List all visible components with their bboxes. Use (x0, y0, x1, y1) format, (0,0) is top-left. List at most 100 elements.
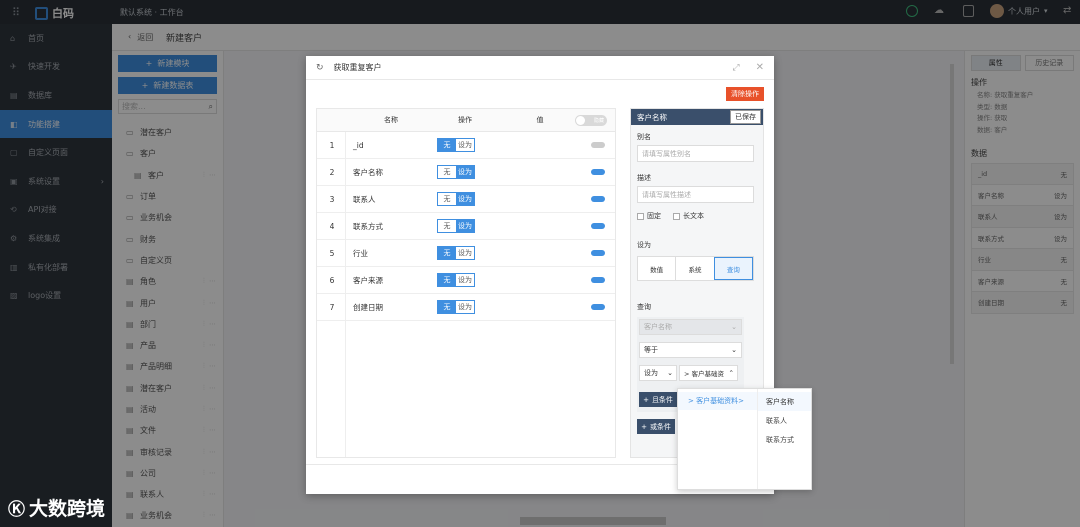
cloud-icon[interactable]: ☁ (934, 5, 944, 16)
op-none[interactable]: 无 (438, 274, 456, 286)
bottom-scroll[interactable] (520, 517, 666, 525)
data-row[interactable]: 联系方式 设为 (971, 227, 1074, 249)
sidebar-item[interactable]: ▣ 系统设置 › (0, 167, 112, 196)
op-none[interactable]: 无 (438, 301, 456, 313)
scrollbar[interactable] (950, 64, 954, 364)
query-op-select[interactable]: 等于 ⌄ (639, 342, 742, 358)
query-target-select[interactable]: > 客户基础资 ⌃ (679, 365, 738, 381)
row-actions-icon[interactable]: ⫶ ⋯ (203, 171, 217, 180)
table-row[interactable]: 2 客户名称 无设为 (317, 159, 615, 186)
row-actions-icon[interactable]: ⫶ ⋯ (203, 384, 217, 393)
op-set[interactable]: 设为 (456, 220, 474, 232)
tree-item[interactable]: ▤ 审核记录 ⫶ ⋯ (112, 441, 223, 462)
table-row[interactable]: 6 客户来源 无设为 (317, 267, 615, 294)
tree-item[interactable]: ▭ 自定义页 (112, 250, 223, 271)
tab-attributes[interactable]: 属性 (971, 55, 1021, 71)
row-actions-icon[interactable]: ⫶ ⋯ (203, 490, 217, 499)
setas-value[interactable]: 数值 (638, 264, 675, 274)
desc-input[interactable]: 请填写属性描述 (637, 186, 754, 203)
op-segment[interactable]: 无设为 (437, 138, 475, 152)
row-actions-icon[interactable]: ⫶ ⋯ (203, 469, 217, 478)
tree-item[interactable]: ▤ 联系人 ⫶ ⋯ (112, 484, 223, 505)
sidebar-item[interactable]: ◧ 功能搭建 (0, 109, 112, 139)
op-set[interactable]: 设为 (456, 274, 474, 286)
row-toggle[interactable] (591, 250, 605, 256)
tree-item[interactable]: ▤ 用户 ⫶ ⋯ (112, 292, 223, 313)
table-row[interactable]: 3 联系人 无设为 (317, 186, 615, 213)
op-set[interactable]: 设为 (456, 301, 474, 313)
setas-query[interactable]: 查询 (713, 257, 753, 280)
play-icon[interactable] (906, 5, 918, 17)
new-table-button[interactable]: + 新建数据表 (118, 77, 217, 94)
sidebar-item[interactable]: ▥ 私有化部署 (0, 253, 112, 282)
row-actions-icon[interactable]: ⫶ ⋯ (203, 426, 217, 435)
op-none[interactable]: 无 (438, 220, 456, 232)
sidebar-item[interactable]: ✈ 快速开发 (0, 53, 112, 82)
op-segment[interactable]: 无设为 (437, 246, 475, 260)
tree-item[interactable]: ▭ 财务 (112, 228, 223, 249)
row-toggle[interactable] (591, 277, 605, 283)
and-condition-button[interactable]: + 且条件 (639, 392, 677, 407)
op-set[interactable]: 设为 (456, 139, 474, 151)
op-segment[interactable]: 无设为 (437, 165, 475, 179)
swap-icon[interactable]: ⇄ (1063, 5, 1071, 16)
tree-search[interactable]: 搜索... ⌕ (118, 99, 217, 114)
alias-input[interactable]: 请填写属性别名 (637, 145, 754, 162)
table-row[interactable]: 7 创建日期 无设为 (317, 294, 615, 321)
table-row[interactable]: 5 行业 无设为 (317, 240, 615, 267)
table-row[interactable]: 4 联系方式 无设为 (317, 213, 615, 240)
row-actions-icon[interactable]: ⫶ ⋯ (203, 277, 217, 286)
op-none[interactable]: 无 (438, 139, 456, 151)
row-actions-icon[interactable]: ⫶ ⋯ (203, 448, 217, 457)
row-toggle[interactable] (591, 196, 605, 202)
op-segment[interactable]: 无设为 (437, 273, 475, 287)
sidebar-item[interactable]: ▨ logo设置 (0, 281, 112, 310)
op-segment[interactable]: 无设为 (437, 300, 475, 314)
tree-item[interactable]: ▭ 潜在客户 (112, 122, 223, 143)
op-set[interactable]: 设为 (456, 166, 474, 178)
setas-system[interactable]: 系统 (675, 257, 713, 280)
row-actions-icon[interactable]: ⫶ ⋯ (203, 511, 217, 520)
cascade-option[interactable]: 联系人 (758, 411, 811, 430)
tree-item[interactable]: ▭ 订单 (112, 186, 223, 207)
sidebar-item[interactable]: ⚙ 系统集成 (0, 224, 112, 253)
saved-badge[interactable]: 已保存 (730, 110, 761, 124)
clear-operation-button[interactable]: 清除操作 (726, 87, 764, 101)
grid-menu-icon[interactable]: ⠿ (10, 6, 22, 19)
sidebar-item[interactable]: ▤ 数据库 (0, 81, 112, 110)
cascade-option[interactable]: 客户名称 (758, 392, 811, 411)
tree-item[interactable]: ▤ 产品明细 ⫶ ⋯ (112, 356, 223, 377)
tree-item[interactable]: ▭ 客户 (112, 143, 223, 164)
cascade-option[interactable]: 联系方式 (758, 430, 811, 449)
back-link[interactable]: ‹ 返回 (128, 32, 153, 43)
tree-item[interactable]: ▤ 公司 ⫶ ⋯ (112, 463, 223, 484)
query-field-select[interactable]: 客户名称 ⌄ (639, 319, 742, 335)
sidebar-item[interactable]: ▢ 自定义页面 (0, 138, 112, 167)
data-row[interactable]: 客户来源 无 (971, 270, 1074, 292)
tree-item[interactable]: ▭ 业务机会 (112, 207, 223, 228)
row-toggle[interactable] (591, 142, 605, 148)
cascade-item-basic[interactable]: > 客户基础资料> (678, 392, 757, 410)
op-none[interactable]: 无 (438, 166, 456, 178)
or-condition-button[interactable]: + 或条件 (637, 419, 675, 434)
table-row[interactable]: 1 _id 无设为 (317, 132, 615, 159)
op-none[interactable]: 无 (438, 247, 456, 259)
data-row[interactable]: _id 无 (971, 163, 1074, 185)
tree-item[interactable]: ▤ 客户 ⫶ ⋯ (112, 165, 223, 186)
tree-item[interactable]: ▤ 潜在客户 ⫶ ⋯ (112, 378, 223, 399)
op-segment[interactable]: 无设为 (437, 192, 475, 206)
row-actions-icon[interactable]: ⫶ ⋯ (203, 299, 217, 308)
sidebar-item[interactable]: ⟲ API对接 (0, 196, 112, 225)
row-actions-icon[interactable]: ⫶ ⋯ (203, 341, 217, 350)
notice-icon[interactable] (963, 5, 974, 17)
tree-item[interactable]: ▤ 业务机会 ⫶ ⋯ (112, 505, 223, 526)
data-row[interactable]: 联系人 设为 (971, 206, 1074, 228)
row-toggle[interactable] (591, 223, 605, 229)
longtext-checkbox[interactable]: 长文本 (673, 211, 704, 221)
data-row[interactable]: 创建日期 无 (971, 292, 1074, 314)
row-toggle[interactable] (591, 304, 605, 310)
tab-history[interactable]: 历史记录 (1024, 55, 1074, 71)
close-icon[interactable]: ✕ (756, 62, 764, 73)
row-actions-icon[interactable]: ⫶ ⋯ (203, 320, 217, 329)
tree-item[interactable]: ▤ 角色 ⫶ ⋯ (112, 271, 223, 292)
